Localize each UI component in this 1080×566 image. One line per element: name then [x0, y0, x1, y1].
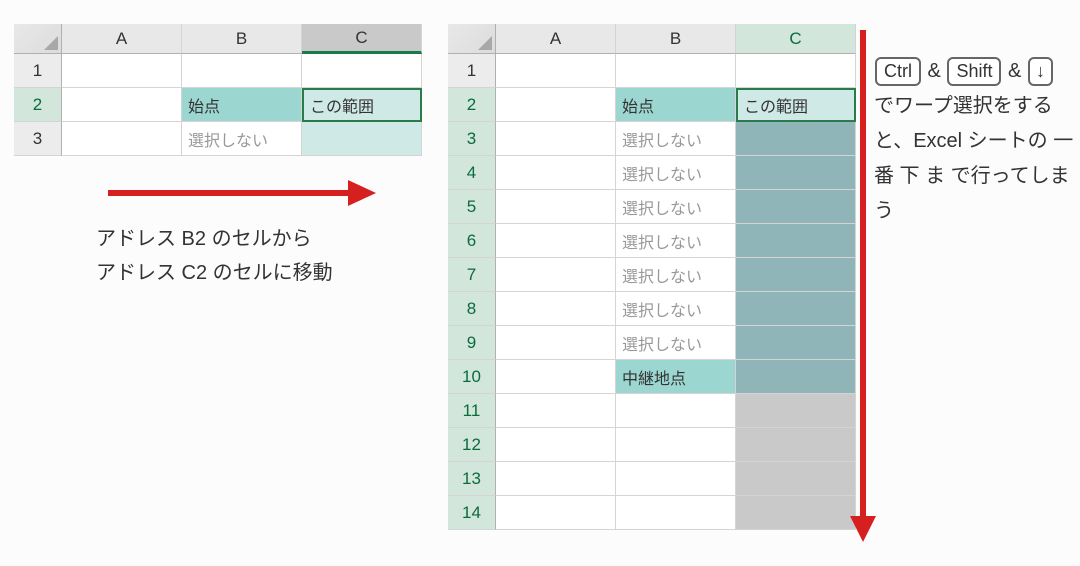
col-header-a[interactable]: A [496, 24, 616, 54]
cell-c1[interactable] [302, 54, 422, 88]
cell-a3[interactable] [62, 122, 182, 156]
cells-area: A B C 始点 この範囲 選択しない 選択しない 選択しない [496, 24, 856, 530]
caption-text: でワープ選択をすると、Excel シートの 一 番 下 ま で行ってしまう [874, 95, 1073, 222]
cell-b2[interactable]: 始点 [616, 88, 736, 122]
col-header-c[interactable]: C [302, 24, 422, 54]
cell-c3[interactable] [302, 122, 422, 156]
cell-a6[interactable] [496, 224, 616, 258]
row-header-11[interactable]: 11 [448, 394, 496, 428]
cell-c13[interactable] [736, 462, 856, 496]
right-spreadsheet: 1 2 3 4 5 6 7 8 9 10 11 12 13 14 A B C 始… [448, 24, 856, 530]
left-spreadsheet: 1 2 3 A B C 始点 この範囲 選択しない [14, 24, 422, 156]
cell-b7[interactable]: 選択しない [616, 258, 736, 292]
cell-a1[interactable] [62, 54, 182, 88]
cell-a2[interactable] [496, 88, 616, 122]
right-caption: Ctrl & Shift & ↓ でワープ選択をすると、Excel シートの 一… [874, 54, 1074, 229]
row-header-1[interactable]: 1 [14, 54, 62, 88]
cell-c9[interactable] [736, 326, 856, 360]
cell-c6[interactable] [736, 224, 856, 258]
row-header-2[interactable]: 2 [14, 88, 62, 122]
cell-c8[interactable] [736, 292, 856, 326]
col-header-b[interactable]: B [616, 24, 736, 54]
cell-a2[interactable] [62, 88, 182, 122]
col-header-b[interactable]: B [182, 24, 302, 54]
select-all-corner[interactable] [448, 24, 496, 54]
red-arrow-right-icon [108, 178, 378, 208]
caption-line2: アドレス C2 のセルに移動 [96, 256, 333, 290]
caption-line1: アドレス B2 のセルから [96, 222, 333, 256]
down-arrow-key: ↓ [1028, 57, 1053, 86]
cell-b3[interactable]: 選択しない [182, 122, 302, 156]
row-header-1[interactable]: 1 [448, 54, 496, 88]
row-header-3[interactable]: 3 [14, 122, 62, 156]
cell-b12[interactable] [616, 428, 736, 462]
row-header-7[interactable]: 7 [448, 258, 496, 292]
cell-a7[interactable] [496, 258, 616, 292]
cell-c3[interactable] [736, 122, 856, 156]
left-caption: アドレス B2 のセルから アドレス C2 のセルに移動 [96, 222, 333, 290]
cell-b1[interactable] [616, 54, 736, 88]
row-headers: 1 2 3 4 5 6 7 8 9 10 11 12 13 14 [448, 24, 496, 530]
cell-b2[interactable]: 始点 [182, 88, 302, 122]
shift-key: Shift [947, 57, 1001, 86]
cell-a13[interactable] [496, 462, 616, 496]
row-header-5[interactable]: 5 [448, 190, 496, 224]
row-header-10[interactable]: 10 [448, 360, 496, 394]
cell-a10[interactable] [496, 360, 616, 394]
cell-a9[interactable] [496, 326, 616, 360]
cell-b13[interactable] [616, 462, 736, 496]
cells-area: A B C 始点 この範囲 選択しない [62, 24, 422, 156]
row-header-12[interactable]: 12 [448, 428, 496, 462]
row-header-13[interactable]: 13 [448, 462, 496, 496]
ctrl-key: Ctrl [875, 57, 921, 86]
row-header-4[interactable]: 4 [448, 156, 496, 190]
cell-a3[interactable] [496, 122, 616, 156]
cell-b3[interactable]: 選択しない [616, 122, 736, 156]
row-headers: 1 2 3 [14, 24, 62, 156]
cell-c7[interactable] [736, 258, 856, 292]
cell-a11[interactable] [496, 394, 616, 428]
cell-c2[interactable]: この範囲 [736, 88, 856, 122]
row-header-6[interactable]: 6 [448, 224, 496, 258]
cell-a8[interactable] [496, 292, 616, 326]
cell-c4[interactable] [736, 156, 856, 190]
cell-b1[interactable] [182, 54, 302, 88]
cell-b6[interactable]: 選択しない [616, 224, 736, 258]
cell-b14[interactable] [616, 496, 736, 530]
cell-c1[interactable] [736, 54, 856, 88]
cell-b9[interactable]: 選択しない [616, 326, 736, 360]
cell-b11[interactable] [616, 394, 736, 428]
cell-b10[interactable]: 中継地点 [616, 360, 736, 394]
amp-1: & [922, 60, 946, 82]
cell-c10[interactable] [736, 360, 856, 394]
cell-c12[interactable] [736, 428, 856, 462]
row-header-14[interactable]: 14 [448, 496, 496, 530]
col-header-c[interactable]: C [736, 24, 856, 54]
cell-b5[interactable]: 選択しない [616, 190, 736, 224]
row-header-3[interactable]: 3 [448, 122, 496, 156]
cell-a5[interactable] [496, 190, 616, 224]
col-header-a[interactable]: A [62, 24, 182, 54]
cell-c11[interactable] [736, 394, 856, 428]
cell-c14[interactable] [736, 496, 856, 530]
cell-b4[interactable]: 選択しない [616, 156, 736, 190]
cell-b8[interactable]: 選択しない [616, 292, 736, 326]
cell-a1[interactable] [496, 54, 616, 88]
cell-c2[interactable]: この範囲 [302, 88, 422, 122]
cell-a4[interactable] [496, 156, 616, 190]
row-header-2[interactable]: 2 [448, 88, 496, 122]
cell-c5[interactable] [736, 190, 856, 224]
cell-a12[interactable] [496, 428, 616, 462]
select-all-corner[interactable] [14, 24, 62, 54]
row-header-9[interactable]: 9 [448, 326, 496, 360]
amp-2: & [1002, 60, 1026, 82]
cell-a14[interactable] [496, 496, 616, 530]
row-header-8[interactable]: 8 [448, 292, 496, 326]
